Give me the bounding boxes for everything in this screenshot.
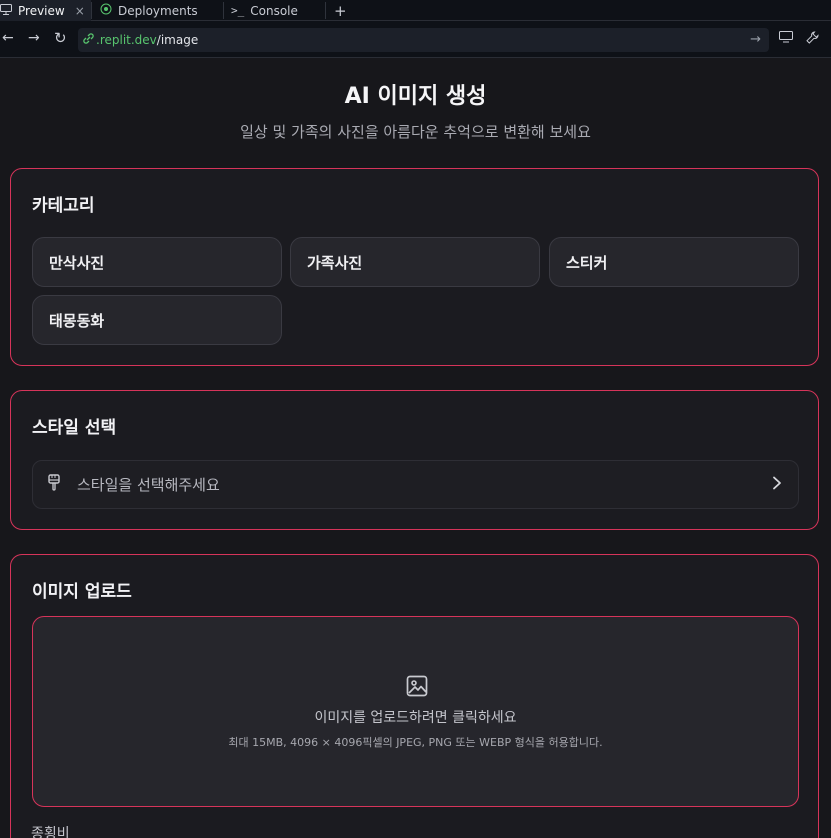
style-placeholder: 스타일을 선택해주세요 [77, 476, 220, 494]
dropzone-prompt: 이미지를 업로드하려면 클릭하세요 [314, 710, 517, 726]
terminal-icon: >_ [231, 4, 245, 17]
style-heading: 스타일 선택 [32, 418, 117, 438]
wrench-icon[interactable] [806, 31, 819, 48]
brush-icon [47, 474, 65, 495]
tab-deployments[interactable]: Deployments [100, 0, 220, 21]
close-icon[interactable]: × [75, 4, 85, 18]
tab-preview[interactable]: Preview × [0, 0, 91, 21]
tab-bar: Preview × Deployments >_ Console + [0, 0, 831, 21]
upload-heading: 이미지 업로드 [32, 582, 132, 602]
image-dropzone[interactable]: 이미지를 업로드하려면 클릭하세요 최대 15MB, 4096 × 4096픽셀… [32, 616, 799, 807]
link-icon [83, 33, 94, 47]
dropzone-hint: 최대 15MB, 4096 × 4096픽셀의 JPEG, PNG 또는 WEB… [228, 736, 603, 749]
category-fairytale-button[interactable]: 태몽동화 [32, 295, 282, 345]
chevron-right-icon [772, 475, 782, 494]
image-icon [406, 675, 428, 697]
category-heading: 카테고리 [32, 196, 95, 216]
reload-button[interactable]: ↻ [54, 29, 67, 47]
tab-label: Console [250, 3, 298, 18]
url-field[interactable]: .replit.dev /image → [78, 28, 769, 52]
tab-label: Deployments [118, 3, 198, 18]
category-maternity-button[interactable]: 만삭사진 [32, 237, 282, 287]
style-select[interactable]: 스타일을 선택해주세요 [32, 460, 799, 509]
url-host: .replit.dev [96, 33, 157, 47]
new-tab-button[interactable]: + [334, 0, 347, 21]
tab-console[interactable]: >_ Console [231, 0, 326, 21]
category-sticker-button[interactable]: 스티커 [549, 237, 799, 287]
category-family-button[interactable]: 가족사진 [290, 237, 540, 287]
back-button[interactable]: ← [2, 30, 14, 46]
monitor-icon [0, 3, 12, 18]
category-card: 카테고리 만삭사진 가족사진 스티커 태몽동화 [10, 168, 819, 366]
page-title: AI 이미지 생성 [344, 84, 487, 109]
page-subtitle: 일상 및 가족의 사진을 아름다운 추억으로 변환해 보세요 [240, 123, 591, 141]
url-path: /image [156, 33, 199, 47]
forward-button[interactable]: → [28, 30, 40, 46]
address-bar-row: ← → ↻ .replit.dev /image → [0, 21, 831, 58]
upload-card: 이미지 업로드 이미지를 업로드하려면 클릭하세요 최대 15MB, 4096 … [10, 554, 819, 838]
deploy-icon [100, 3, 112, 18]
style-card: 스타일 선택 스타일을 선택해주세요 [10, 390, 819, 530]
go-arrow-icon[interactable]: → [750, 32, 761, 47]
devices-icon[interactable] [779, 31, 793, 47]
tab-label: Preview [18, 3, 65, 18]
aspect-ratio-label: 종횡비 [31, 826, 70, 838]
